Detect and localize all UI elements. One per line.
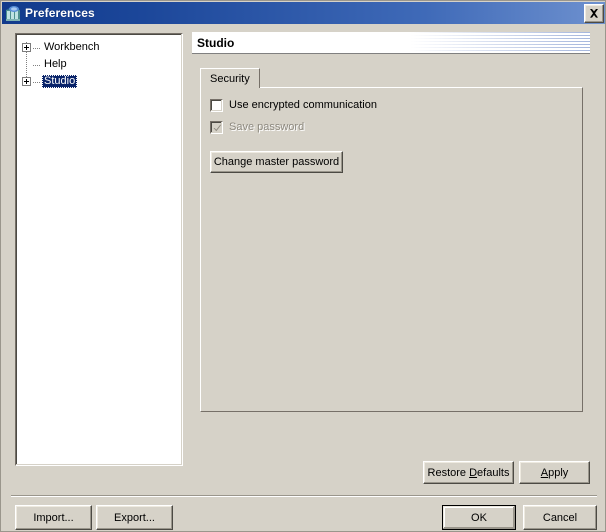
title-bar[interactable]: Preferences (2, 2, 605, 24)
sidebar-item-label: Help (44, 58, 67, 70)
sidebar-item-help[interactable]: Help (16, 56, 182, 73)
ok-button[interactable]: OK (442, 505, 516, 530)
preference-page-tree[interactable]: Workbench Help Studio (15, 33, 183, 466)
expand-studio-icon[interactable] (22, 77, 31, 86)
tab-folder: Security Use encrypted communication Sav… (200, 68, 583, 412)
apply-label: Apply (540, 466, 569, 479)
sidebar-item-label: Workbench (44, 41, 100, 53)
checkbox-row-use-encrypted-communication[interactable]: Use encrypted communication (210, 99, 377, 112)
ok-label: OK (471, 511, 487, 524)
footer-separator (11, 495, 597, 497)
tree-connector (33, 47, 40, 49)
close-icon[interactable] (584, 3, 604, 23)
dialog-body: Workbench Help Studio Studio Security Us… (2, 24, 605, 531)
page-title: Studio (197, 35, 235, 50)
import-label: Import... (33, 511, 74, 524)
preferences-dialog: Preferences Workbench Help Studio Studio… (0, 0, 606, 532)
sidebar-item-label: Studio (42, 75, 78, 88)
header-decoration (410, 32, 590, 53)
import-button[interactable]: Import... (15, 505, 92, 530)
sidebar-item-workbench[interactable]: Workbench (16, 39, 182, 56)
tab-security[interactable]: Security (200, 68, 260, 88)
change-master-password-button[interactable]: Change master password (210, 151, 343, 173)
save-password-checkbox (210, 121, 223, 134)
tab-label: Security (210, 72, 250, 85)
export-button[interactable]: Export... (96, 505, 173, 530)
preferences-window-icon (5, 5, 21, 21)
export-label: Export... (114, 511, 155, 524)
window-title: Preferences (25, 6, 95, 20)
tree-connector (33, 64, 40, 66)
cancel-label: Cancel (542, 511, 578, 524)
expand-workbench-icon[interactable] (22, 43, 31, 52)
cancel-button[interactable]: Cancel (523, 505, 597, 530)
save-password-label: Save password (229, 121, 305, 133)
use-encrypted-communication-checkbox[interactable] (210, 99, 223, 112)
restore-defaults-button[interactable]: Restore Defaults (423, 461, 514, 484)
tree-connector (33, 81, 40, 83)
sidebar-item-studio[interactable]: Studio (16, 73, 182, 90)
use-encrypted-communication-label: Use encrypted communication (229, 99, 377, 111)
checkbox-row-save-password: Save password (210, 121, 304, 134)
tab-strip: Security (200, 68, 583, 88)
change-master-password-label: Change master password (213, 156, 340, 168)
page-header: Studio (192, 32, 590, 54)
apply-button[interactable]: Apply (519, 461, 590, 484)
tab-content-security: Use encrypted communication Save passwor… (200, 87, 583, 412)
restore-defaults-label: Restore Defaults (427, 466, 510, 479)
